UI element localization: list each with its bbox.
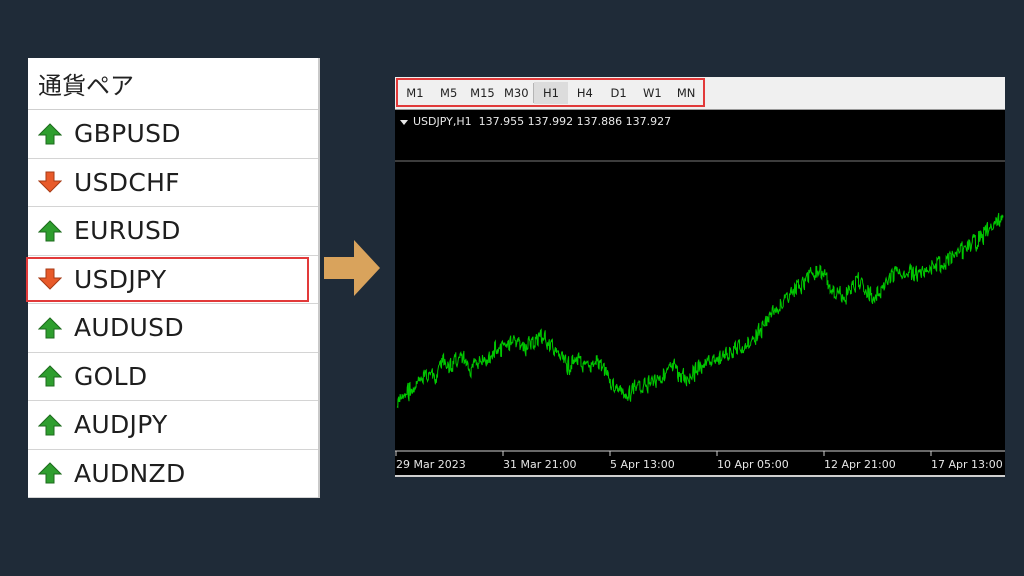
x-tick-label: 5 Apr 13:00 [610, 458, 675, 471]
market-watch-list: GBPUSD USDCHF EURUSD USDJPY AUDUSD GOLD AUDJPY… [26, 110, 318, 498]
symbol-label: USDCHF [74, 167, 180, 197]
arrow-up-icon [38, 365, 62, 387]
market-watch-panel: 通貨ペア GBPUSD USDCHF EURUSD USDJPY AUDUSD GOLD A… [26, 58, 320, 498]
symbol-row-usdchf[interactable]: USDCHF [28, 159, 318, 207]
timeframe-button-w1[interactable]: W1 [635, 82, 669, 104]
symbol-row-audjpy[interactable]: AUDJPY [28, 401, 318, 450]
symbol-label: AUDJPY [74, 410, 168, 440]
chart-window: M1 M5 M15 M30 H1 H4 D1 W1 MN USDJPY,H1 137.955 1… [395, 77, 1005, 477]
symbol-label: GBPUSD [74, 119, 181, 149]
timeframe-button-mn[interactable]: MN [669, 82, 703, 104]
symbol-label: GOLD [74, 361, 148, 391]
x-tick-label: 29 Mar 2023 [396, 458, 466, 471]
timeframe-button-m5[interactable]: M5 [432, 82, 466, 104]
market-watch-header: 通貨ペア [28, 58, 318, 110]
x-tick-label: 10 Apr 05:00 [717, 458, 789, 471]
right-arrow-icon [324, 240, 380, 296]
arrow-up-icon [38, 317, 62, 339]
symbol-row-audnzd[interactable]: AUDNZD [28, 450, 318, 498]
arrow-up-icon [38, 220, 62, 242]
price-chart[interactable]: 29 Mar 2023 31 Mar 21:00 5 Apr 13:00 10 Apr… [395, 109, 1005, 477]
arrow-up-icon [38, 123, 62, 145]
timeframe-button-d1[interactable]: D1 [602, 82, 636, 104]
price-series-line [396, 212, 1004, 409]
symbol-row-audusd[interactable]: AUDUSD [28, 304, 318, 353]
arrow-up-icon [38, 462, 62, 484]
symbol-row-gbpusd[interactable]: GBPUSD [28, 110, 318, 159]
symbol-row-gold[interactable]: GOLD [28, 353, 318, 401]
x-tick-label: 31 Mar 21:00 [503, 458, 576, 471]
symbol-label: EURUSD [74, 216, 181, 246]
symbol-label: AUDUSD [74, 313, 184, 343]
timeframe-button-h4[interactable]: H4 [568, 82, 602, 104]
timeframe-button-m1[interactable]: M1 [398, 82, 432, 104]
arrow-down-icon [38, 268, 62, 290]
arrow-up-icon [38, 414, 62, 436]
symbol-label: USDJPY [74, 264, 167, 294]
symbol-row-usdjpy[interactable]: USDJPY [26, 256, 318, 304]
timeframe-toolbar: M1 M5 M15 M30 H1 H4 D1 W1 MN [395, 77, 1005, 110]
symbol-label: AUDNZD [74, 458, 186, 488]
timeframe-buttons-group: M1 M5 M15 M30 H1 H4 D1 W1 MN [396, 78, 705, 107]
x-tick-label: 17 Apr 13:00 [931, 458, 1003, 471]
timeframe-button-h1[interactable]: H1 [534, 81, 568, 104]
timeframe-button-m15[interactable]: M15 [466, 82, 500, 104]
x-tick-label: 12 Apr 21:00 [824, 458, 896, 471]
symbol-row-eurusd[interactable]: EURUSD [28, 207, 318, 256]
arrow-down-icon [38, 171, 62, 193]
timeframe-button-m30[interactable]: M30 [499, 82, 533, 104]
